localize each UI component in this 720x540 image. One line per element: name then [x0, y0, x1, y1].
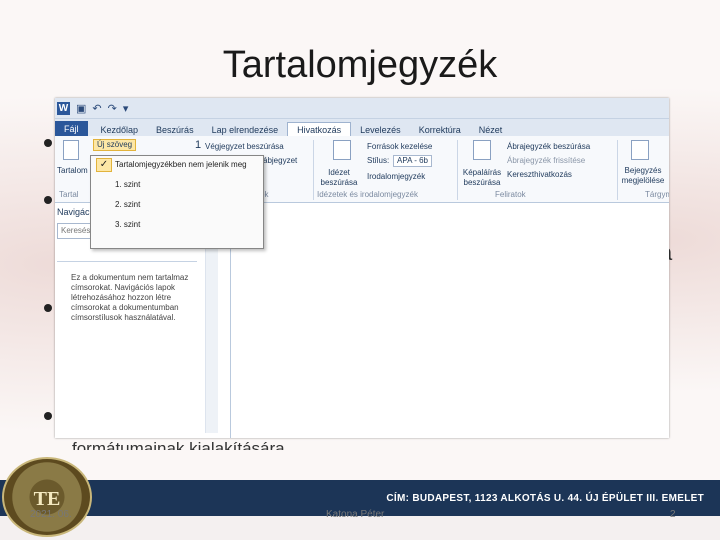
dropdown-item-level-3[interactable]: 3. szint	[115, 220, 140, 229]
mark-entry-icon	[631, 140, 649, 160]
ribbon-separator	[617, 140, 618, 200]
citation-icon	[333, 140, 351, 160]
toc-group-label: Tartal	[59, 190, 79, 199]
slide-author: Katona Péter	[326, 509, 385, 520]
tab-mailings[interactable]: Levelezés	[351, 123, 410, 137]
document-area[interactable]	[233, 203, 669, 438]
caption-icon	[473, 140, 491, 160]
citation-style-select[interactable]: APA - 6b	[393, 155, 432, 167]
save-icon[interactable]: ▣	[76, 102, 86, 115]
insert-caption-button[interactable]: Képaláírás beszúrása	[460, 168, 504, 188]
footnote-number-icon: 1	[195, 139, 202, 151]
bullet-dot	[44, 139, 52, 147]
captions-group-label: Feliratok	[495, 190, 526, 199]
tab-file[interactable]: Fájl	[55, 121, 88, 137]
university-logo: TE	[2, 457, 92, 537]
tab-references[interactable]: Hivatkozás	[287, 122, 352, 137]
slide-title: Tartalomjegyzék	[222, 44, 498, 86]
navigation-scrollbar[interactable]	[205, 243, 218, 433]
tab-view[interactable]: Nézet	[470, 123, 512, 137]
customize-qat-icon[interactable]: ▾	[123, 102, 129, 115]
quick-access-toolbar: W ▣ ↶ ↷ ▾	[55, 98, 669, 119]
redo-icon[interactable]: ↷	[108, 102, 117, 115]
bullet-dot	[44, 196, 52, 204]
checkmark-icon: ✓	[96, 158, 112, 172]
insert-endnote-button[interactable]: Végjegyzet beszúrása	[205, 142, 284, 152]
style-label: Stílus:	[367, 156, 390, 165]
tab-page-layout[interactable]: Lap elrendezése	[203, 123, 288, 137]
bullet-dot	[44, 304, 52, 312]
slide-number: 2	[670, 509, 676, 520]
navigation-empty-message: Ez a dokumentum nem tartalmaz címsorokat…	[71, 273, 189, 322]
toc-icon	[63, 140, 79, 160]
new-text-button[interactable]: Új szöveg	[93, 139, 137, 151]
tab-insert[interactable]: Beszúrás	[147, 123, 203, 137]
word-window: W ▣ ↶ ↷ ▾ Fájl Kezdőlap Beszúrás Lap elr…	[55, 98, 669, 438]
dropdown-item-no-toc[interactable]: Tartalomjegyzékben nem jelenik meg	[115, 160, 247, 169]
update-table-button[interactable]: Ábrajegyzék frissítése	[507, 156, 585, 166]
ribbon-separator	[313, 140, 314, 200]
tab-home[interactable]: Kezdőlap	[92, 123, 148, 137]
toc-button[interactable]: Tartalom	[57, 166, 88, 176]
new-text-dropdown-menu: ✓ Tartalomjegyzékben nem jelenik meg 1. …	[90, 155, 264, 249]
tab-review[interactable]: Korrektúra	[410, 123, 470, 137]
insert-citation-button[interactable]: Idézet beszúrása	[317, 168, 361, 188]
footer-address: CÍM: BUDAPEST, 1123 ALKOTÁS U. 44. ÚJ ÉP…	[386, 493, 704, 504]
word-logo-icon: W	[57, 101, 70, 115]
index-group-label: Tárgym	[645, 190, 669, 199]
insert-table-of-figures-button[interactable]: Ábrajegyzék beszúrása	[507, 142, 590, 152]
cross-reference-button[interactable]: Kereszthivatkozás	[507, 170, 572, 180]
citations-group-label: Idézetek és irodalomjegyzék	[317, 190, 418, 199]
mark-entry-button[interactable]: Bejegyzés megjelölése	[621, 166, 665, 186]
bullet-dot	[44, 412, 52, 420]
ribbon-tabs: Fájl Kezdőlap Beszúrás Lap elrendezése H…	[55, 119, 669, 137]
manage-sources-button[interactable]: Források kezelése	[367, 142, 432, 152]
ribbon-separator	[457, 140, 458, 200]
slide-date: 2021. 06.	[30, 509, 72, 520]
dropdown-item-level-1[interactable]: 1. szint	[115, 180, 140, 189]
footnote-button[interactable]: ábjegyzet	[263, 156, 297, 166]
bibliography-button[interactable]: Irodalomjegyzék	[367, 172, 425, 182]
dropdown-item-level-2[interactable]: 2. szint	[115, 200, 140, 209]
bullet-text-partial: formátumainak kialakítására	[72, 439, 285, 450]
undo-icon[interactable]: ↶	[92, 102, 101, 115]
